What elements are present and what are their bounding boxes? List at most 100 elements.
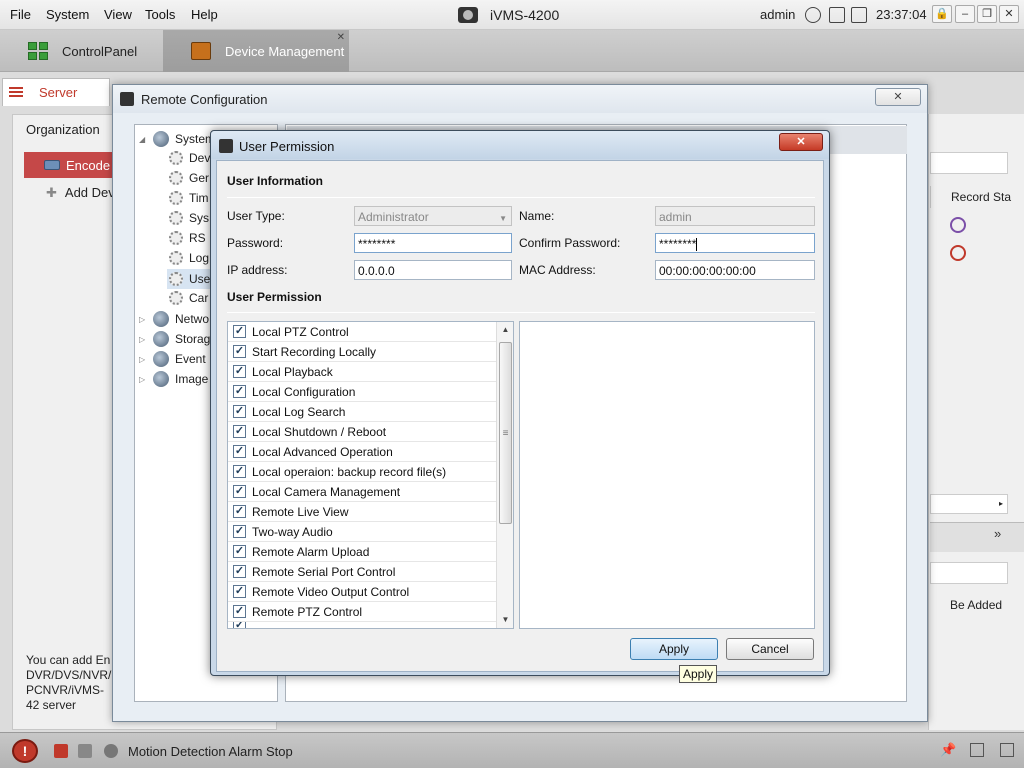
tree-item-camera[interactable]: Car <box>169 291 208 305</box>
window-icon[interactable] <box>970 743 984 757</box>
expand-triangle-icon[interactable]: ◢ <box>139 135 147 144</box>
tree-item-event[interactable]: ▷ Event <box>139 351 206 367</box>
minimize-button[interactable]: – <box>955 5 975 23</box>
tree-item-image[interactable]: ▷ Image <box>139 371 208 387</box>
scroll-right-icon[interactable]: ▸ <box>930 494 1008 514</box>
filter-field-fragment[interactable] <box>930 562 1008 584</box>
remote-configuration-titlebar[interactable]: Remote Configuration ✕ <box>113 85 927 113</box>
apply-button[interactable]: Apply <box>630 638 718 660</box>
alarm-screen-icon[interactable] <box>78 744 92 758</box>
permission-item[interactable]: ✓ Remote Serial Port Control <box>228 562 496 582</box>
collapsed-triangle-icon[interactable]: ▷ <box>139 355 147 364</box>
keyboard-icon[interactable] <box>851 7 867 23</box>
menu-system[interactable]: System <box>46 7 89 22</box>
status-bar: ! Motion Detection Alarm Stop 📌 <box>0 732 1024 768</box>
maximize-button[interactable]: ❐ <box>977 5 997 23</box>
tree-item-time[interactable]: Tim <box>169 191 209 205</box>
permission-item[interactable]: ✓ Start Recording Locally <box>228 342 496 362</box>
collapse-chevron-icon[interactable]: » <box>994 526 1001 541</box>
checkbox-checked[interactable]: ✓ <box>233 485 246 498</box>
permission-item-partial[interactable]: ✓ <box>228 622 496 628</box>
confirm-password-field[interactable]: ******** <box>655 233 815 253</box>
password-label: Password: <box>227 236 284 250</box>
organization-label: Organization <box>26 122 100 137</box>
scroll-up-icon[interactable]: ▲ <box>497 322 513 338</box>
permission-item[interactable]: ✓ Local PTZ Control <box>228 322 496 342</box>
tree-item-system-maintenance[interactable]: Sys <box>169 211 209 225</box>
menu-help[interactable]: Help <box>191 7 218 22</box>
checkbox-checked[interactable]: ✓ <box>233 545 246 558</box>
checkbox-checked[interactable]: ✓ <box>233 585 246 598</box>
current-user: admin <box>760 7 796 22</box>
tree-item-label: Tim <box>189 191 209 205</box>
user-permission-titlebar[interactable]: User Permission ✕ <box>211 131 829 159</box>
record-status-icon <box>950 217 966 233</box>
permission-item[interactable]: ✓ Local Advanced Operation <box>228 442 496 462</box>
tree-item-general[interactable]: Ger <box>169 171 209 185</box>
tab-server[interactable]: Server <box>2 78 110 106</box>
checkbox-checked[interactable]: ✓ <box>233 365 246 378</box>
close-app-button[interactable]: ✕ <box>999 5 1019 23</box>
menu-view[interactable]: View <box>104 7 132 22</box>
pin-icon[interactable]: 📌 <box>940 743 956 757</box>
checkbox-checked[interactable]: ✓ <box>233 505 246 518</box>
permission-item[interactable]: ✓ Local Playback <box>228 362 496 382</box>
checkbox-checked[interactable]: ✓ <box>233 622 246 628</box>
checkbox-checked[interactable]: ✓ <box>233 345 246 358</box>
permission-item[interactable]: ✓ Remote Alarm Upload <box>228 542 496 562</box>
tab-controlpanel[interactable]: ControlPanel <box>0 30 150 72</box>
permission-detail-panel <box>519 321 815 629</box>
scrollbar-thumb[interactable]: ≡ <box>499 342 512 524</box>
checkbox-checked[interactable]: ✓ <box>233 385 246 398</box>
remote-configuration-close-button[interactable]: ✕ <box>875 88 921 106</box>
permission-item[interactable]: ✓ Local Shutdown / Reboot <box>228 422 496 442</box>
collapsed-triangle-icon[interactable]: ▷ <box>139 375 147 384</box>
fullscreen-icon[interactable] <box>1000 743 1014 757</box>
tree-item-device[interactable]: Dev <box>169 151 210 165</box>
password-field[interactable]: ******** <box>354 233 512 253</box>
name-field[interactable]: admin <box>655 206 815 226</box>
checkbox-checked[interactable]: ✓ <box>233 445 246 458</box>
checkbox-checked[interactable]: ✓ <box>233 465 246 478</box>
lock-button[interactable]: 🔒 <box>932 5 952 23</box>
checkbox-checked[interactable]: ✓ <box>233 525 246 538</box>
permission-list-scrollbar[interactable]: ▲ ≡ ▼ <box>496 322 513 628</box>
permission-item[interactable]: ✓ Local Camera Management <box>228 482 496 502</box>
tree-item-rs232[interactable]: RS <box>169 231 206 245</box>
cancel-button[interactable]: Cancel <box>726 638 814 660</box>
tree-item-network[interactable]: ▷ Netwo <box>139 311 209 327</box>
menu-tools[interactable]: Tools <box>145 7 175 22</box>
user-permission-close-button[interactable]: ✕ <box>779 133 823 151</box>
collapsed-triangle-icon[interactable]: ▷ <box>139 335 147 344</box>
permission-item[interactable]: ✓ Local Configuration <box>228 382 496 402</box>
user-type-select[interactable]: Administrator ▼ <box>354 206 512 226</box>
tab-close-icon[interactable]: ✕ <box>337 32 345 43</box>
mute-icon[interactable] <box>104 744 118 758</box>
tab-device-management[interactable]: Device Management ✕ <box>163 30 349 72</box>
tree-item-storage[interactable]: ▷ Storag <box>139 331 210 347</box>
checkbox-checked[interactable]: ✓ <box>233 405 246 418</box>
alarm-sound-icon[interactable] <box>54 744 68 758</box>
network-icon[interactable] <box>805 7 821 23</box>
checkbox-checked[interactable]: ✓ <box>233 605 246 618</box>
permission-item[interactable]: ✓ Local operaion: backup record file(s) <box>228 462 496 482</box>
checkbox-checked[interactable]: ✓ <box>233 565 246 578</box>
ip-address-field[interactable]: 0.0.0.0 <box>354 260 512 280</box>
permission-item[interactable]: ✓ Two-way Audio <box>228 522 496 542</box>
scroll-down-icon[interactable]: ▼ <box>497 612 513 628</box>
menu-file[interactable]: File <box>10 7 31 22</box>
checkbox-checked[interactable]: ✓ <box>233 425 246 438</box>
permission-item[interactable]: ✓ Remote Video Output Control <box>228 582 496 602</box>
permission-item[interactable]: ✓ Remote PTZ Control <box>228 602 496 622</box>
permission-item[interactable]: ✓ Local Log Search <box>228 402 496 422</box>
alarm-warning-icon[interactable]: ! <box>12 739 38 763</box>
checkbox-checked[interactable]: ✓ <box>233 325 246 338</box>
tree-item-log[interactable]: Log <box>169 251 209 265</box>
add-device-link[interactable]: ✚ Add Dev <box>46 185 115 201</box>
search-field-fragment[interactable] <box>930 152 1008 174</box>
collapsed-triangle-icon[interactable]: ▷ <box>139 315 147 324</box>
permission-item[interactable]: ✓ Remote Live View <box>228 502 496 522</box>
mac-address-field[interactable]: 00:00:00:00:00:00 <box>655 260 815 280</box>
cpu-icon[interactable] <box>829 7 845 23</box>
tree-item-system[interactable]: ◢ System <box>139 131 215 147</box>
